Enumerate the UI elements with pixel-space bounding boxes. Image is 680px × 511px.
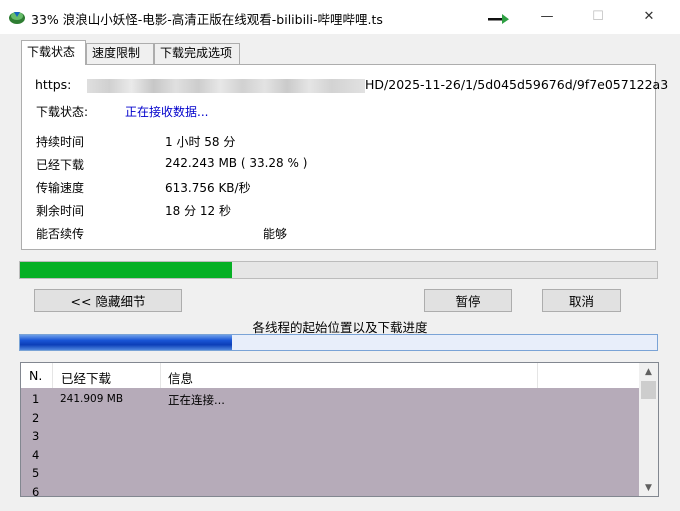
row-number: 3: [32, 429, 40, 443]
duration-label: 持续时间: [36, 135, 85, 149]
window-title: 33% 浪浪山小妖怪-电影-高清正版在线观看-bilibili-哔哩哔哩.ts: [31, 12, 383, 27]
column-header-info[interactable]: 信息: [168, 368, 193, 387]
row-info: 正在连接...: [168, 393, 225, 407]
arrow-right-icon: [488, 14, 509, 24]
status-value: 正在接收数据...: [125, 105, 209, 119]
row-number: 4: [32, 447, 40, 462]
list-row[interactable]: 3: [21, 427, 639, 446]
resume-label: 能否续传: [36, 227, 85, 241]
remaining-label: 剩余时间: [36, 204, 85, 218]
list-row[interactable]: 1 241.909 MB 正在连接...: [21, 390, 639, 409]
scroll-down-button[interactable]: ▼: [639, 479, 658, 496]
column-header-number[interactable]: N.: [29, 368, 42, 383]
url-redacted: [87, 79, 365, 93]
status-panel: https: HD/2025-11-26/1/5d045d59676d/9f7e…: [21, 64, 668, 250]
thread-list[interactable]: N. 已经下载 信息 1 241.909 MB 正在连接... 2 3 4 5 …: [20, 362, 659, 497]
maximize-button[interactable]: ☐: [575, 0, 621, 32]
list-row[interactable]: 2: [21, 409, 639, 428]
row-number: 6: [32, 484, 40, 497]
maximize-icon: ☐: [592, 8, 604, 24]
chevron-up-icon: ▲: [645, 366, 652, 377]
thread-progress-fill: [20, 335, 232, 350]
url-prefix: https:: [35, 77, 72, 92]
column-header-downloaded[interactable]: 已经下载: [61, 368, 111, 387]
remaining-value: 18 分 12 秒: [165, 204, 231, 218]
url-suffix: HD/2025-11-26/1/5d045d59676d/9f7e057122a…: [365, 77, 669, 92]
download-url: https: HD/2025-11-26/1/5d045d59676d/9f7e…: [35, 77, 668, 95]
downloaded-value: 242.243 MB ( 33.28 % ): [165, 156, 308, 170]
title-bar[interactable]: 33% 浪浪山小妖怪-电影-高清正版在线观看-bilibili-哔哩哔哩.ts …: [0, 0, 680, 34]
pause-button[interactable]: 暂停: [424, 289, 512, 312]
close-button[interactable]: ✕: [626, 0, 672, 32]
row-number: 2: [32, 410, 40, 425]
tab-download-status[interactable]: 下载状态: [21, 40, 86, 65]
tab-completion-options[interactable]: 下载完成选项: [154, 43, 240, 64]
row-number: 5: [32, 466, 40, 480]
row-downloaded: 241.909 MB: [60, 393, 124, 405]
list-header: N. 已经下载 信息: [21, 363, 639, 388]
duration-value: 1 小时 58 分: [165, 135, 236, 149]
column-divider[interactable]: [52, 363, 53, 388]
column-divider[interactable]: [537, 363, 538, 388]
hide-details-button[interactable]: << 隐藏细节: [34, 289, 182, 312]
row-number: 1: [32, 392, 40, 406]
resume-value: 能够: [263, 227, 288, 241]
speed-label: 传输速度: [36, 181, 85, 195]
app-download-icon: [9, 12, 25, 24]
download-progress-fill: [20, 262, 232, 278]
scroll-up-button[interactable]: ▲: [639, 363, 658, 380]
download-progress-bar: [19, 261, 658, 279]
tab-speed-limit[interactable]: 速度限制: [86, 43, 154, 64]
close-icon: ✕: [643, 8, 655, 24]
column-divider[interactable]: [160, 363, 161, 388]
downloaded-label: 已经下载: [36, 158, 85, 172]
list-body: 1 241.909 MB 正在连接... 2 3 4 5 6: [21, 388, 639, 497]
thread-progress-bar: [19, 334, 658, 351]
list-row[interactable]: 5: [21, 464, 639, 483]
cancel-button[interactable]: 取消: [542, 289, 621, 312]
status-label: 下载状态:: [36, 105, 89, 119]
minimize-icon: —: [540, 8, 554, 24]
list-row[interactable]: 4: [21, 446, 639, 465]
scrollbar-thumb[interactable]: [641, 381, 656, 399]
vertical-scrollbar[interactable]: ▲ ▼: [639, 363, 658, 496]
chevron-down-icon: ▼: [645, 482, 652, 493]
speed-value: 613.756 KB/秒: [165, 181, 251, 195]
list-row[interactable]: 6: [21, 483, 639, 497]
minimize-button[interactable]: —: [524, 0, 570, 32]
